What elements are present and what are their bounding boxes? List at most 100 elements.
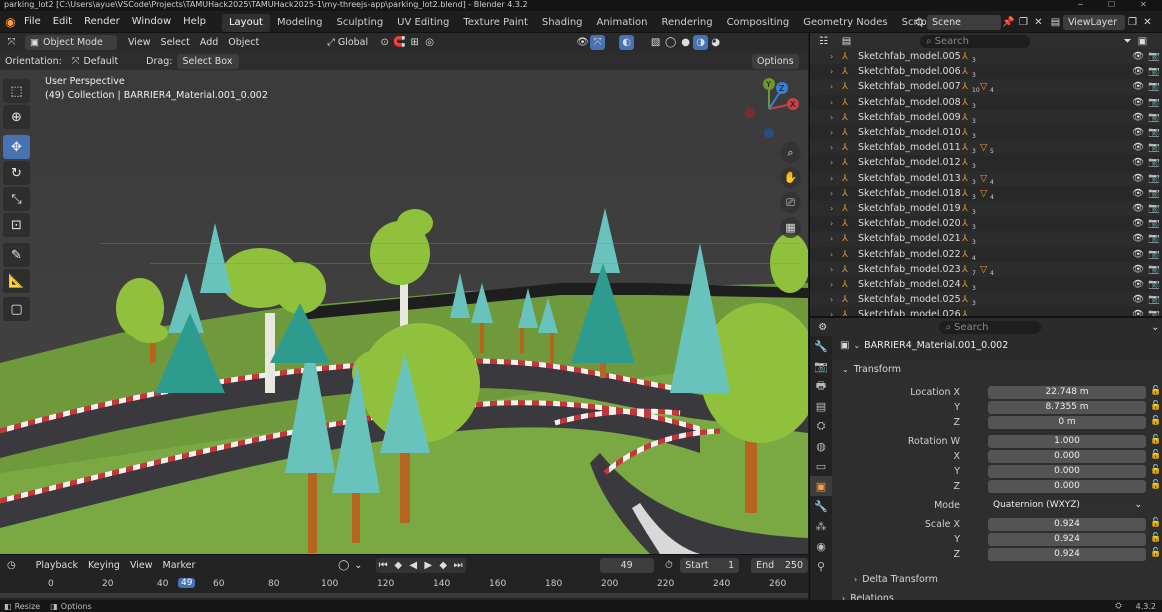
- outliner-item-name[interactable]: Sketchfab_model.012: [858, 155, 961, 170]
- view-layer-tab-icon[interactable]: ▤: [810, 396, 832, 416]
- rendered-shading-icon[interactable]: ◕: [708, 35, 723, 50]
- chevron-down-icon[interactable]: ⌄: [853, 341, 860, 350]
- measure-icon[interactable]: 📐: [3, 269, 30, 293]
- end-frame-field[interactable]: End 250: [751, 557, 809, 573]
- tool-tab-icon[interactable]: 🔧: [810, 336, 832, 356]
- scene-tab-icon[interactable]: ⛭: [810, 416, 832, 436]
- outliner-item[interactable]: › ⅄ Sketchfab_model.021 ⅄ 3 👁 📷: [810, 231, 1162, 247]
- rotation-x-field[interactable]: 0.000: [988, 450, 1146, 463]
- orientation-dropdown[interactable]: ⤧ Default: [67, 54, 123, 69]
- lock-icon[interactable]: 🔓: [1150, 518, 1161, 528]
- frame-ruler[interactable]: 0 20 40 49 60 80 100 120 140 160 180 200…: [0, 577, 808, 591]
- camera-icon[interactable]: 📷: [1148, 307, 1160, 316]
- location-z-field[interactable]: 0 m: [988, 416, 1146, 429]
- outliner-item-name[interactable]: Sketchfab_model.009: [858, 110, 961, 125]
- lock-icon[interactable]: 🔓: [1150, 386, 1161, 396]
- wireframe-shading-icon[interactable]: ◯: [663, 35, 678, 50]
- eye-icon[interactable]: 👁: [1132, 95, 1144, 110]
- scale-y-field[interactable]: 0.924: [988, 533, 1146, 546]
- eye-icon[interactable]: 👁: [1132, 49, 1144, 64]
- location-x-field[interactable]: 22.748 m: [988, 386, 1146, 399]
- delta-transform-panel-header[interactable]: › Delta Transform: [854, 574, 938, 585]
- jump-end-icon[interactable]: ⏭: [451, 558, 466, 573]
- menu-playback[interactable]: Playback: [31, 558, 83, 573]
- world-tab-icon[interactable]: ◍: [810, 436, 832, 456]
- outliner-item[interactable]: › ⅄ Sketchfab_model.023 ⅄ 7 ▽ 4 👁 📷: [810, 261, 1162, 277]
- camera-icon[interactable]: 📷: [1148, 49, 1160, 64]
- tab-texture-paint[interactable]: Texture Paint: [456, 14, 535, 32]
- camera-icon[interactable]: 📷: [1148, 125, 1160, 140]
- camera-icon[interactable]: 📷: [1148, 292, 1160, 307]
- tab-modeling[interactable]: Modeling: [270, 14, 330, 32]
- pan-hand-icon[interactable]: ✋: [780, 167, 801, 188]
- tab-animation[interactable]: Animation: [590, 14, 655, 32]
- solid-shading-icon[interactable]: ●: [678, 35, 693, 50]
- select-box-icon[interactable]: ⬚: [3, 79, 30, 103]
- expand-arrow-icon[interactable]: ›: [830, 64, 833, 79]
- outliner-item-name[interactable]: Sketchfab_model.022: [858, 247, 961, 262]
- menu-render[interactable]: Render: [78, 11, 126, 33]
- rotation-y-field[interactable]: 0.000: [988, 465, 1146, 478]
- expand-arrow-icon[interactable]: ›: [830, 79, 833, 94]
- filter-icon[interactable]: ⏷: [1120, 34, 1135, 49]
- auto-key-icon[interactable]: ◯: [336, 558, 351, 573]
- play-reverse-icon[interactable]: ◀: [406, 558, 421, 573]
- playhead[interactable]: 49: [178, 578, 196, 588]
- prev-key-icon[interactable]: ◆: [391, 558, 406, 573]
- pin-icon[interactable]: 📌: [1001, 15, 1016, 30]
- object-tab-icon[interactable]: ▣: [810, 476, 832, 496]
- menu-select[interactable]: Select: [156, 35, 195, 50]
- perspective-toggle-icon[interactable]: ▦: [780, 217, 801, 238]
- expand-arrow-icon[interactable]: ›: [830, 247, 833, 262]
- outliner-item[interactable]: › ⅄ Sketchfab_model.024 ⅄ 3 👁 📷: [810, 277, 1162, 293]
- lock-icon[interactable]: 🔓: [1150, 548, 1161, 558]
- rotation-mode-dropdown[interactable]: Quaternion (WXYZ) ⌄: [988, 499, 1146, 512]
- eye-icon[interactable]: 👁: [1132, 247, 1144, 262]
- eye-icon[interactable]: 👁: [1132, 171, 1144, 186]
- current-frame-field[interactable]: 49: [599, 557, 654, 573]
- tab-uv-editing[interactable]: UV Editing: [390, 14, 456, 32]
- eye-icon[interactable]: 👁: [1132, 110, 1144, 125]
- outliner-search-input[interactable]: ⌕ Search: [920, 34, 1030, 48]
- scene-icon[interactable]: ⛭: [912, 15, 927, 30]
- tab-compositing[interactable]: Compositing: [720, 14, 797, 32]
- menu-file[interactable]: File: [18, 11, 47, 33]
- tab-shading[interactable]: Shading: [535, 14, 590, 32]
- camera-icon[interactable]: 📷: [1148, 231, 1160, 246]
- eye-icon[interactable]: 👁: [1132, 262, 1144, 277]
- overlay-toggle-icon[interactable]: ◐: [619, 35, 635, 50]
- play-icon[interactable]: ▶: [421, 558, 436, 573]
- view-layer-field[interactable]: ViewLayer: [1063, 14, 1125, 30]
- outliner-item-name[interactable]: Sketchfab_model.024: [858, 277, 961, 292]
- transform-icon[interactable]: ⊡: [3, 213, 30, 237]
- expand-arrow-icon[interactable]: ›: [830, 186, 833, 201]
- camera-icon[interactable]: 📷: [1148, 216, 1160, 231]
- outliner-item-name[interactable]: Sketchfab_model.011: [858, 140, 961, 155]
- camera-icon[interactable]: 📷: [1148, 277, 1160, 292]
- outliner-item-name[interactable]: Sketchfab_model.006: [858, 64, 961, 79]
- expand-arrow-icon[interactable]: ›: [830, 49, 833, 64]
- eye-icon[interactable]: 👁: [1132, 201, 1144, 216]
- outliner-item[interactable]: › ⅄ Sketchfab_model.011 ⅄ 3 ▽ 5 👁 📷: [810, 140, 1162, 156]
- visibility-icon[interactable]: 👁: [575, 35, 590, 50]
- outliner-item[interactable]: › ⅄ Sketchfab_model.007 ⅄ 10 ▽ 4 👁 📷: [810, 79, 1162, 95]
- outliner-item-name[interactable]: Sketchfab_model.005: [858, 49, 961, 64]
- expand-arrow-icon[interactable]: ›: [830, 262, 833, 277]
- maximize-icon[interactable]: ☐: [1108, 0, 1115, 9]
- outliner-item-name[interactable]: Sketchfab_model.019: [858, 201, 961, 216]
- outliner-item-name[interactable]: Sketchfab_model.025: [858, 292, 961, 307]
- expand-arrow-icon[interactable]: ›: [830, 171, 833, 186]
- xray-icon[interactable]: ▧: [648, 35, 663, 50]
- camera-view-icon[interactable]: ⎚: [780, 192, 801, 213]
- properties-editor-icon[interactable]: ⚙: [816, 320, 829, 335]
- zoom-icon[interactable]: ⌕: [780, 142, 801, 163]
- outliner-item[interactable]: › ⅄ Sketchfab_model.005 ⅄ 3 👁 📷: [810, 49, 1162, 65]
- expand-arrow-icon[interactable]: ›: [830, 110, 833, 125]
- outliner-item[interactable]: › ⅄ Sketchfab_model.018 ⅄ 3 ▽ 4 👁 📷: [810, 185, 1162, 201]
- eye-icon[interactable]: 👁: [1132, 307, 1144, 316]
- outliner-item[interactable]: › ⅄ Sketchfab_model.025 ⅄ 3 👁 📷: [810, 292, 1162, 308]
- expand-arrow-icon[interactable]: ›: [830, 231, 833, 246]
- next-key-icon[interactable]: ◆: [436, 558, 451, 573]
- tab-geometry-nodes[interactable]: Geometry Nodes: [796, 14, 894, 32]
- menu-window[interactable]: Window: [126, 11, 177, 33]
